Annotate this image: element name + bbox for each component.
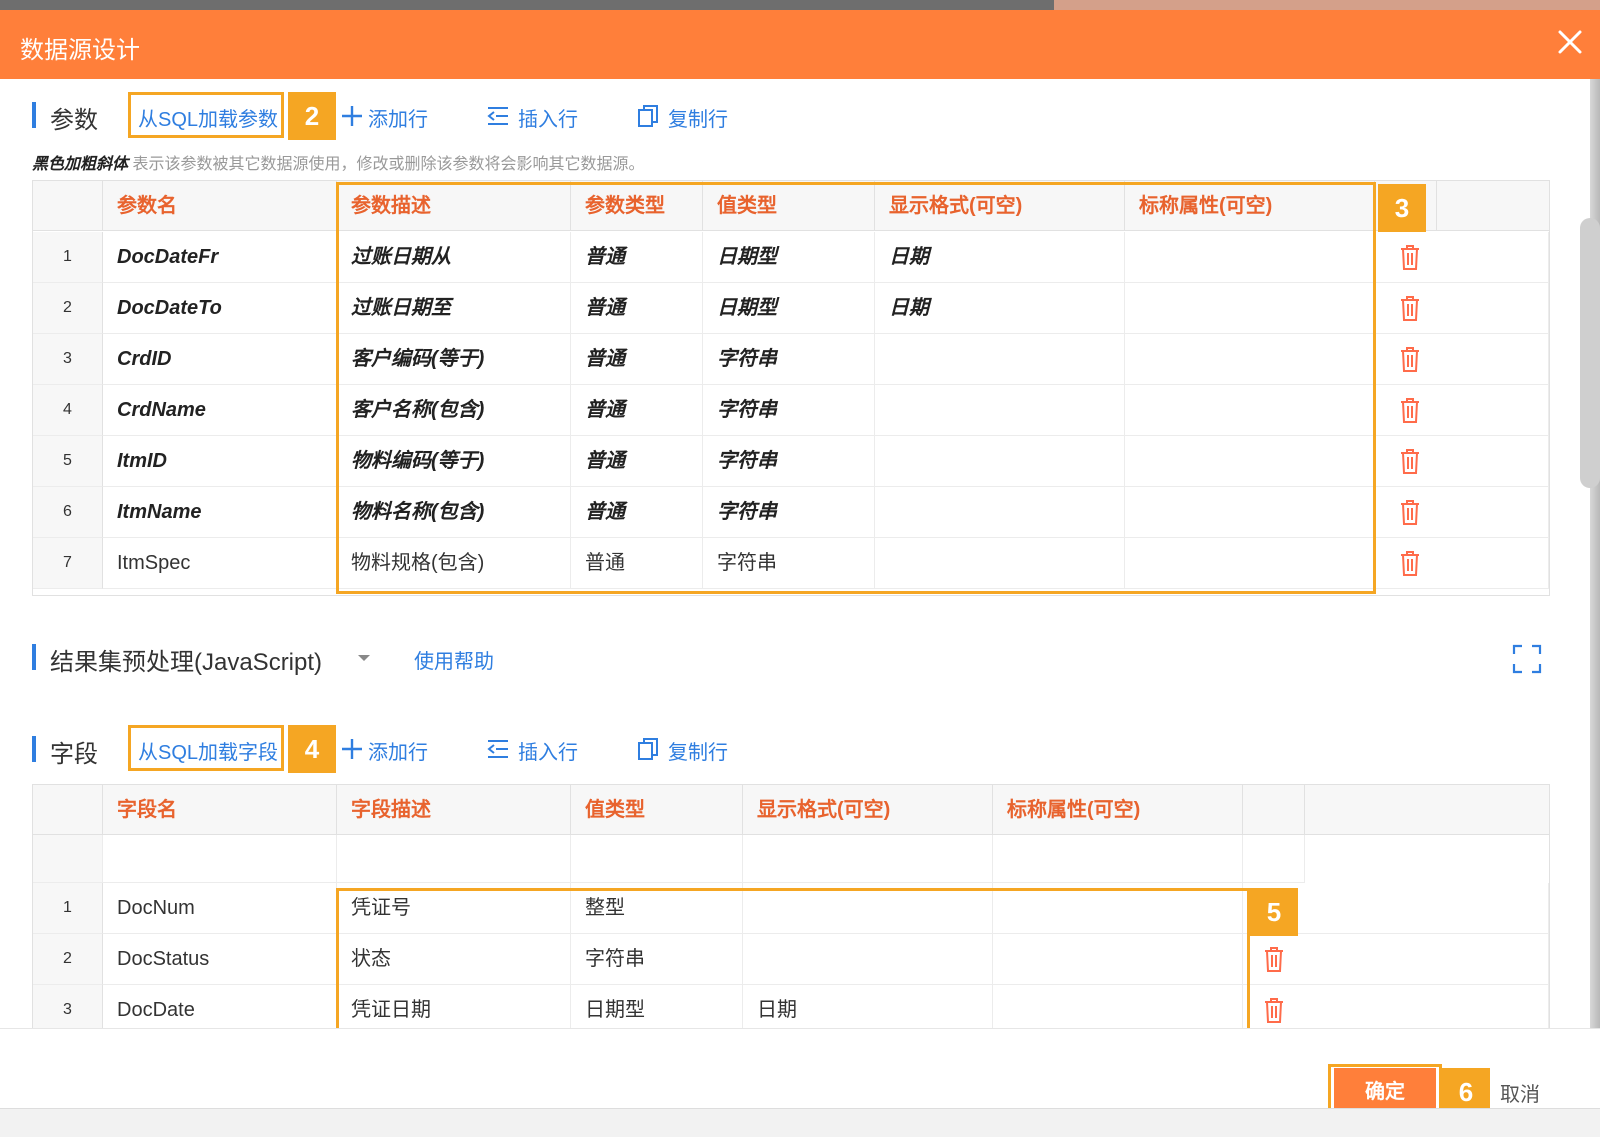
header-param-name[interactable]: 参数名 [103, 181, 337, 231]
row-number: 1 [33, 232, 103, 283]
plus-icon [342, 106, 362, 126]
field-cell-name[interactable]: DocNum [103, 883, 337, 934]
header-rownum [33, 181, 103, 231]
plus-icon [342, 739, 362, 759]
delete-row-icon[interactable] [1262, 945, 1286, 973]
row-number: 7 [33, 538, 103, 589]
delete-row-icon[interactable] [1398, 243, 1422, 271]
delete-row-icon[interactable] [1398, 549, 1422, 577]
header-rownum [33, 785, 103, 835]
chevron-down-icon[interactable] [356, 652, 372, 664]
fields-section-title: 字段 [50, 741, 98, 768]
fields-add-row-button[interactable]: 添加行 [368, 736, 428, 765]
row-number: 4 [33, 385, 103, 436]
param-cell-name[interactable]: DocDateTo [103, 283, 337, 334]
callout-box-3 [336, 182, 1376, 594]
note-bold: 黑色加粗斜体 [32, 156, 129, 173]
filter-cell[interactable] [743, 835, 993, 883]
row-number: 2 [33, 283, 103, 334]
header-field-name[interactable]: 字段名 [103, 785, 337, 835]
js-section-title: 结果集预处理(JavaScript) [50, 649, 323, 676]
copy-icon [638, 105, 658, 127]
filter-cell[interactable] [993, 835, 1243, 883]
callout-badge-3: 3 [1378, 184, 1426, 232]
callout-box-5 [336, 888, 1250, 1046]
copy-icon [638, 738, 658, 760]
delete-row-icon[interactable] [1398, 447, 1422, 475]
dialog-title: 数据源设计 [20, 37, 140, 64]
filter-cell[interactable] [337, 835, 571, 883]
section-marker [32, 644, 36, 670]
note-text: 表示该参数被其它数据源使用，修改或删除该参数将会影响其它数据源。 [132, 156, 645, 173]
delete-row-icon[interactable] [1398, 345, 1422, 373]
row-number: 3 [33, 334, 103, 385]
load-params-from-sql-button[interactable]: 从SQL加载参数 [138, 103, 278, 132]
filter-cell [33, 835, 103, 883]
delete-row-icon[interactable] [1262, 996, 1286, 1024]
insert-row-icon [487, 740, 508, 758]
section-marker [32, 102, 36, 128]
delete-row-icon[interactable] [1398, 498, 1422, 526]
expand-icon[interactable] [1512, 644, 1542, 674]
help-link[interactable]: 使用帮助 [414, 645, 494, 674]
scrollbar-thumb[interactable] [1580, 218, 1600, 488]
section-marker [32, 736, 36, 762]
param-cell-name[interactable]: ItmSpec [103, 538, 337, 589]
param-cell-name[interactable]: ItmID [103, 436, 337, 487]
delete-row-icon[interactable] [1398, 396, 1422, 424]
background-strip [0, 1108, 1600, 1137]
params-copy-row-button[interactable]: 复制行 [668, 103, 728, 132]
row-number: 2 [33, 934, 103, 985]
fields-copy-row-button[interactable]: 复制行 [668, 736, 728, 765]
dialog-titlebar: 数据源设计 [0, 10, 1600, 79]
cancel-button[interactable]: 取消 [1500, 1078, 1540, 1107]
field-cell-name[interactable]: DocStatus [103, 934, 337, 985]
params-section-title: 参数 [50, 107, 98, 134]
params-add-row-button[interactable]: 添加行 [368, 103, 428, 132]
row-action-cell [1243, 934, 1549, 985]
header-field-display-format[interactable]: 显示格式(可空) [743, 785, 993, 835]
header-field-nominal-attr[interactable]: 标称属性(可空) [993, 785, 1243, 835]
params-insert-row-button[interactable]: 插入行 [518, 103, 578, 132]
param-cell-name[interactable]: CrdName [103, 385, 337, 436]
callout-badge-2: 2 [288, 92, 336, 140]
callout-badge-5: 5 [1250, 888, 1298, 936]
header-field-action [1243, 785, 1305, 835]
param-cell-name[interactable]: ItmName [103, 487, 337, 538]
header-field-value-type[interactable]: 值类型 [571, 785, 743, 835]
header-field-desc[interactable]: 字段描述 [337, 785, 571, 835]
load-fields-from-sql-button[interactable]: 从SQL加载字段 [138, 736, 278, 765]
param-cell-name[interactable]: CrdID [103, 334, 337, 385]
param-cell-name[interactable]: DocDateFr [103, 232, 337, 283]
delete-row-icon[interactable] [1398, 294, 1422, 322]
fields-insert-row-button[interactable]: 插入行 [518, 736, 578, 765]
callout-badge-4: 4 [288, 725, 336, 773]
filter-cell [1243, 835, 1305, 883]
background-strip [0, 0, 1600, 10]
row-number: 6 [33, 487, 103, 538]
row-number: 5 [33, 436, 103, 487]
dialog: 数据源设计 参数 从SQL加载参数 2 添加行 插入行 复制行 黑色加粗斜体 表… [0, 0, 1600, 1137]
params-note: 黑色加粗斜体 表示该参数被其它数据源使用，修改或删除该参数将会影响其它数据源。 [32, 150, 644, 174]
filter-cell[interactable] [571, 835, 743, 883]
filter-cell[interactable] [103, 835, 337, 883]
row-number: 1 [33, 883, 103, 934]
insert-row-icon [487, 107, 508, 125]
close-icon[interactable] [1550, 22, 1590, 62]
